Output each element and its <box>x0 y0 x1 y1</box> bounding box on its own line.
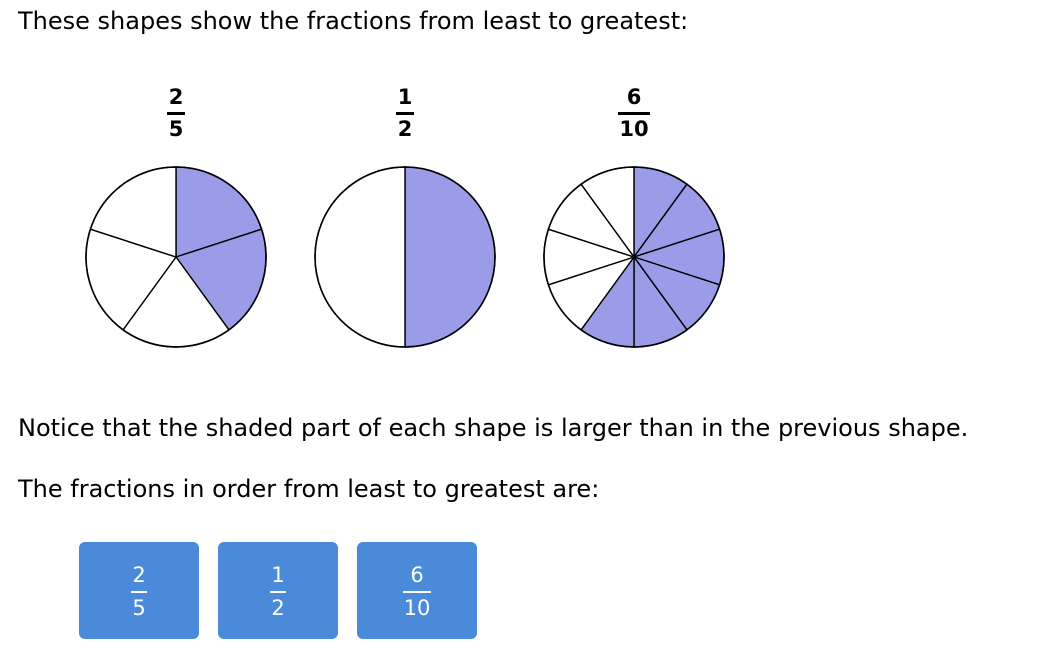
answer-fraction: 1 2 <box>218 564 338 620</box>
fraction-circle-6-10 <box>543 166 725 348</box>
fraction-denominator: 5 <box>168 117 184 141</box>
fraction-bar <box>403 591 431 593</box>
answer-button-1-2[interactable]: 1 2 <box>218 542 338 639</box>
fraction-bar <box>167 112 185 115</box>
fraction-numerator: 1 <box>271 563 285 587</box>
fraction-circle-1-2 <box>314 166 496 348</box>
answer-fraction: 6 10 <box>357 564 477 620</box>
answer-button-6-10[interactable]: 6 10 <box>357 542 477 639</box>
unshaded-sector <box>314 166 406 348</box>
fraction-numerator: 2 <box>132 563 146 587</box>
intro-text: These shapes show the fractions from lea… <box>18 7 689 35</box>
fraction-denominator: 10 <box>619 117 649 141</box>
fraction-denominator: 2 <box>397 117 413 141</box>
fraction-numerator: 1 <box>397 85 413 109</box>
shape-fraction-label: 2 5 <box>156 86 196 140</box>
fraction-denominator: 2 <box>271 596 285 620</box>
fraction-bar <box>270 591 286 593</box>
fraction-bar <box>396 112 414 115</box>
shape-fraction-label: 6 10 <box>609 86 659 140</box>
fraction-denominator: 10 <box>403 596 431 620</box>
fraction-denominator: 5 <box>132 596 146 620</box>
notice-text: Notice that the shaded part of each shap… <box>18 414 969 442</box>
fraction-bar <box>131 591 147 593</box>
fraction-bar <box>618 112 650 115</box>
shaded-sector <box>404 166 496 348</box>
fraction-numerator: 6 <box>410 563 424 587</box>
order-prompt: The fractions in order from least to gre… <box>18 475 600 503</box>
answer-button-2-5[interactable]: 2 5 <box>79 542 199 639</box>
fraction-numerator: 6 <box>626 85 642 109</box>
fraction-numerator: 2 <box>168 85 184 109</box>
fraction-circle-2-5 <box>85 166 267 348</box>
shape-fraction-label: 1 2 <box>385 86 425 140</box>
answer-fraction: 2 5 <box>79 564 199 620</box>
